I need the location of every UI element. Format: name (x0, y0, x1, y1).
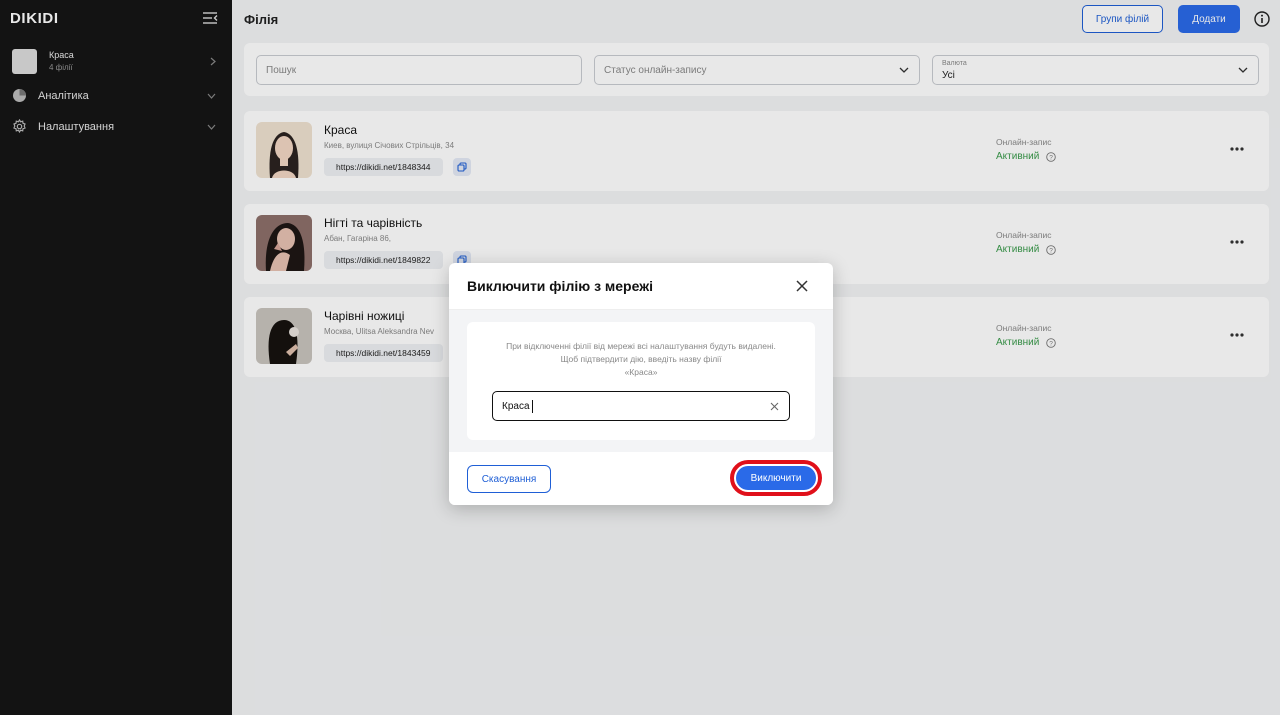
dialog-message: При відключенні філії від мережі всі нал… (467, 340, 815, 379)
text-caret (532, 400, 533, 413)
message-line: При відключенні філії від мережі всі нал… (506, 341, 776, 351)
cancel-button[interactable]: Скасування (467, 465, 551, 493)
dialog-body: При відключенні філії від мережі всі нал… (449, 310, 833, 452)
dialog-footer: Скасування Виключити (449, 452, 833, 505)
branch-name-input[interactable]: Краса (492, 391, 790, 421)
confirm-box: При відключенні філії від мережі всі нал… (467, 322, 815, 440)
dialog-title: Виключити філію з мережі (467, 278, 654, 294)
message-line: Щоб підтвердити дію, введіть назву філії (560, 354, 722, 364)
close-icon[interactable] (795, 279, 809, 293)
exclude-branch-dialog: Виключити філію з мережі При відключенні… (449, 263, 833, 505)
dialog-header: Виключити філію з мережі (449, 263, 833, 310)
input-value: Краса (502, 401, 530, 412)
clear-input-icon[interactable] (770, 402, 779, 411)
exclude-button[interactable]: Виключити (736, 466, 816, 490)
message-line: «Краса» (624, 367, 658, 377)
